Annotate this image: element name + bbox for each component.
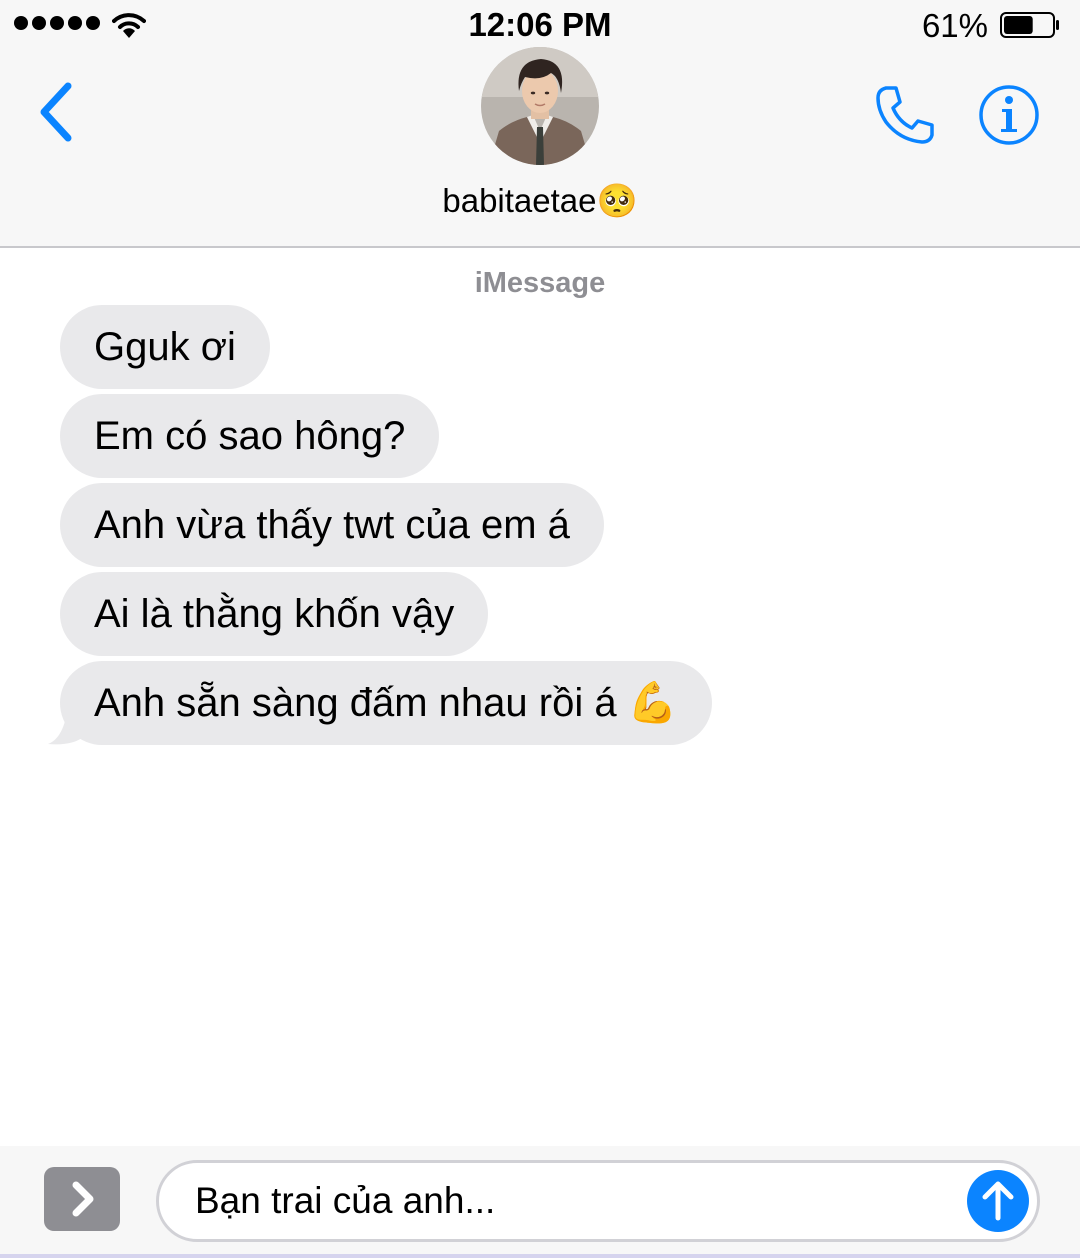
conversation-header: babitaetae🥺 <box>0 47 1080 248</box>
chevron-right-icon <box>72 1181 94 1217</box>
battery-percentage: 61% <box>921 7 988 44</box>
message-bubble[interactable]: Anh vừa thấy twt của em á <box>60 483 604 567</box>
avatar[interactable] <box>481 47 599 165</box>
battery-icon <box>1000 12 1059 38</box>
bottom-divider <box>0 1254 1080 1258</box>
status-bar: 12:06 PM 61% <box>0 0 1080 50</box>
phone-icon[interactable] <box>872 82 938 148</box>
message-bubble[interactable]: Ai là thằng khốn vậy <box>60 572 489 656</box>
status-time: 12:06 PM <box>468 6 612 43</box>
message-bubble[interactable]: Em có sao hông? <box>60 394 440 478</box>
message-composer: Bạn trai của anh... <box>0 1146 1080 1258</box>
info-icon[interactable] <box>976 82 1042 148</box>
chevron-left-icon[interactable] <box>34 80 78 144</box>
message-input-text: Bạn trai của anh... <box>195 1180 496 1221</box>
contact-photo-icon <box>481 47 599 165</box>
expand-apps-button[interactable] <box>44 1167 120 1231</box>
message-bubble[interactable]: Anh sẵn sàng đấm nhau rồi á 💪 <box>60 661 712 745</box>
message-input[interactable]: Bạn trai của anh... <box>156 1160 1040 1242</box>
send-button[interactable] <box>967 1170 1029 1232</box>
service-label: iMessage <box>474 267 606 299</box>
contact-name[interactable]: babitaetae🥺 <box>0 182 1080 221</box>
arrow-up-icon <box>982 1181 1014 1221</box>
message-bubble[interactable]: Gguk ơi <box>60 305 270 389</box>
